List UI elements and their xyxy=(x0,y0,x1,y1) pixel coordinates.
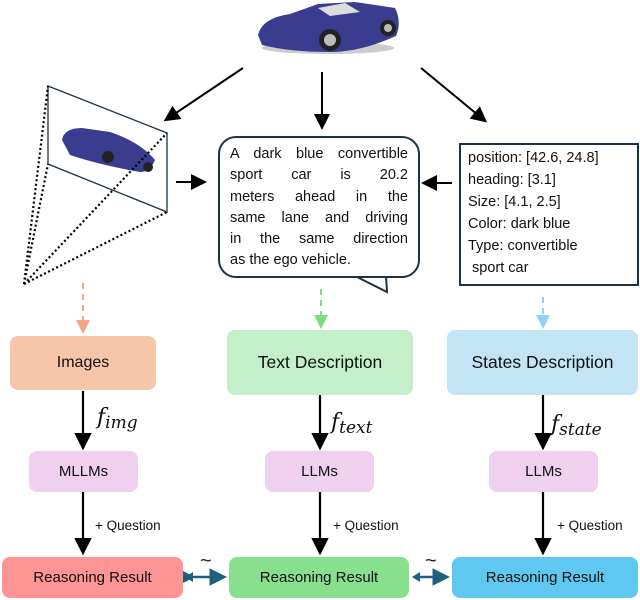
mllms-box: MLLMs xyxy=(29,451,138,492)
similarity-symbol: ~ xyxy=(425,550,437,572)
question-label: + Question xyxy=(557,518,623,533)
car-image xyxy=(258,2,399,54)
states-box: position: [42.6, 24.8] heading: [3.1] Size… xyxy=(459,143,639,286)
f-img-label: fimg xyxy=(97,405,138,433)
states-line: Size: [4.1, 2.5] xyxy=(468,194,561,210)
states-description-box: States Description xyxy=(447,330,638,395)
similarity-symbol: ~ xyxy=(200,550,212,572)
bubble-tail xyxy=(354,275,389,294)
result-states: Reasoning Result xyxy=(452,557,638,598)
text-description-bubble: A dark blue convertible sport car is 20.… xyxy=(218,136,420,278)
states-line: heading: [3.1] xyxy=(468,172,556,188)
connectors xyxy=(22,2,552,586)
bubble-line: in the same direction xyxy=(230,231,408,248)
question-label: + Question xyxy=(95,518,161,533)
bubble-line: same lane and driving xyxy=(230,209,408,226)
camera-frustum xyxy=(22,85,168,285)
result-text: Reasoning Result xyxy=(229,557,409,598)
llms-box-text: LLMs xyxy=(265,451,374,492)
text-description-box: Text Description xyxy=(227,330,413,395)
llms-box-states: LLMs xyxy=(489,451,598,492)
arrow-to-states xyxy=(420,67,488,123)
states-line: Type: convertible xyxy=(468,238,578,254)
images-box: Images xyxy=(10,336,156,390)
result-images: Reasoning Result xyxy=(2,557,183,598)
bubble-line: sport car is 20.2 xyxy=(230,167,408,184)
states-line: Color: dark blue xyxy=(468,216,571,232)
states-line: sport car xyxy=(468,260,529,276)
arrow-to-image xyxy=(163,67,244,122)
states-line: position: [42.6, 24.8] xyxy=(468,150,599,166)
bubble-line: A dark blue convertible xyxy=(230,146,408,162)
diagram: A dark blue convertible sport car is 20.… xyxy=(0,0,640,600)
question-label: + Question xyxy=(333,518,399,533)
bubble-line: as the ego vehicle. xyxy=(230,252,351,269)
bubble-line: meters ahead in the xyxy=(230,188,408,205)
f-text-label: ftext xyxy=(331,410,373,438)
f-state-label: fstate xyxy=(551,412,602,440)
